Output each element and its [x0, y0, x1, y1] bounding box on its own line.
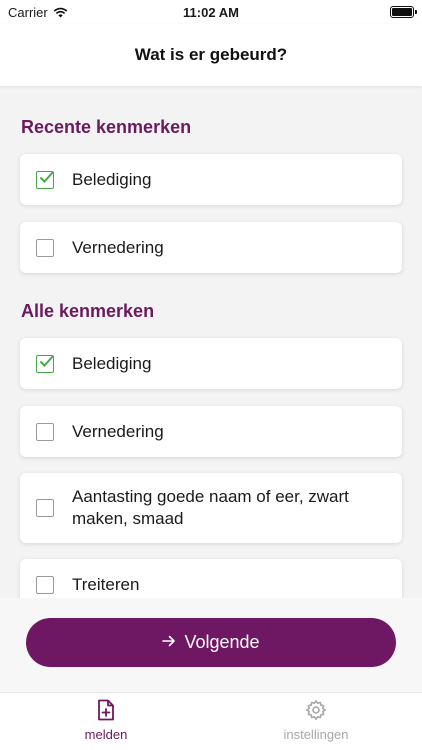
tab-bar: melden instellingen: [0, 692, 422, 750]
file-plus-icon: [98, 699, 114, 721]
content-scroll-area[interactable]: Recente kenmerken Belediging Vernedering…: [0, 86, 422, 598]
list-item-all-treiteren[interactable]: Treiteren: [20, 559, 402, 598]
list-item-label: Belediging: [72, 353, 152, 373]
list-item-all-aantasting[interactable]: Aantasting goede naam of eer, zwart make…: [20, 473, 402, 543]
status-time: 11:02 AM: [183, 5, 239, 20]
list-item-label: Vernedering: [72, 237, 164, 257]
checkbox-icon[interactable]: [36, 499, 54, 517]
list-item-label: Vernedering: [72, 421, 164, 441]
checkbox-checked-icon[interactable]: [36, 354, 54, 373]
arrow-right-icon: [162, 634, 176, 652]
list-item-recent-belediging[interactable]: Belediging: [20, 154, 402, 205]
list-item-label: Belediging: [72, 169, 152, 189]
list-item-all-vernedering[interactable]: Vernedering: [20, 406, 402, 457]
next-button-label: Volgende: [184, 632, 260, 652]
status-bar: Carrier 11:02 AM: [0, 0, 422, 24]
gear-icon: [306, 700, 326, 720]
tab-melden[interactable]: melden: [46, 699, 166, 742]
checkbox-icon[interactable]: [36, 238, 54, 257]
checkbox-icon[interactable]: [36, 575, 54, 594]
next-button[interactable]: Volgende: [26, 618, 396, 667]
list-item-all-belediging[interactable]: Belediging: [20, 338, 402, 389]
battery-icon: [390, 6, 417, 18]
list-item-recent-vernedering[interactable]: Vernedering: [20, 222, 402, 273]
list-item-label: Treiteren: [72, 574, 140, 594]
page-title: Wat is er gebeurd?: [134, 45, 288, 64]
section-title-all: Alle kenmerken: [21, 301, 155, 321]
checkbox-icon[interactable]: [36, 422, 54, 441]
tab-instellingen-label: instellingen: [283, 727, 349, 742]
section-title-recent: Recente kenmerken: [21, 117, 192, 137]
checkbox-checked-icon[interactable]: [36, 170, 54, 189]
tab-instellingen[interactable]: instellingen: [256, 699, 376, 742]
list-item-label: Aantasting goede naam of eer, zwart make…: [72, 487, 349, 528]
navigation-bar: Wat is er gebeurd?: [0, 24, 422, 86]
tab-melden-label: melden: [84, 727, 128, 742]
